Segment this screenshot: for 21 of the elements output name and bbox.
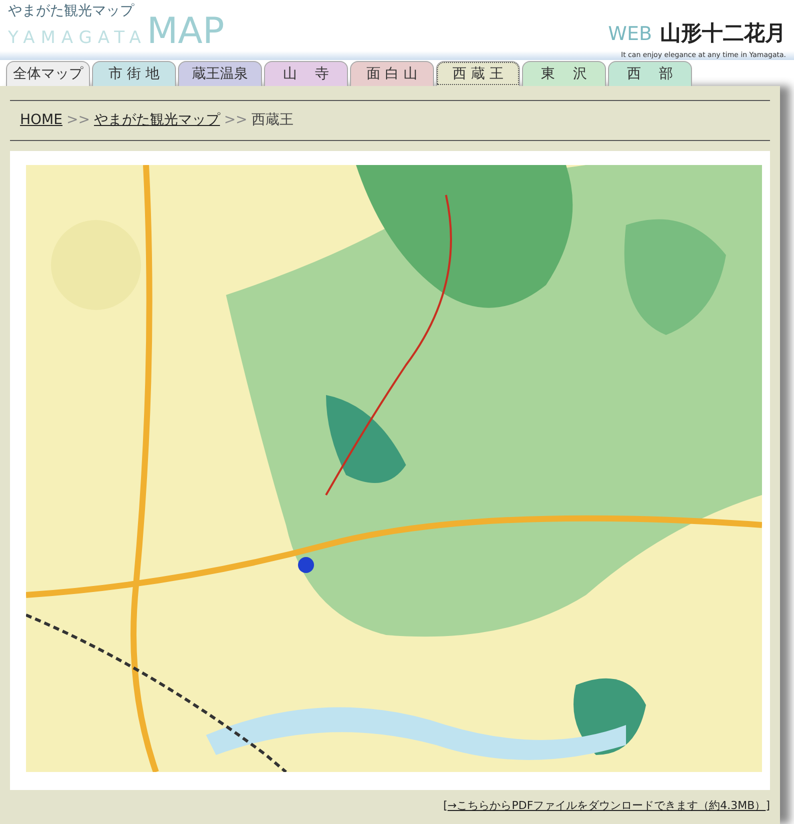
bracket: [: [443, 799, 448, 812]
breadcrumb-link[interactable]: HOME: [20, 112, 62, 128]
map-tab[interactable]: 面 白 山: [350, 61, 434, 86]
breadcrumb-separator: >>: [66, 112, 90, 128]
logo-text: YAMAGATA: [8, 30, 147, 47]
map-tab[interactable]: 蔵王温泉: [178, 61, 262, 86]
map-tab[interactable]: 東 沢: [522, 61, 606, 86]
breadcrumb-separator: >>: [224, 112, 248, 128]
map-tab[interactable]: 西 部: [608, 61, 692, 86]
site-title: やまがた観光マップ: [8, 4, 136, 18]
download-link[interactable]: →こちらからPDFファイルをダウンロードできます（約4.3MB）: [448, 799, 766, 812]
bracket: ]: [766, 799, 770, 812]
breadcrumb-link[interactable]: やまがた観光マップ: [94, 112, 220, 128]
map-tab[interactable]: 市 街 地: [92, 61, 176, 86]
map-tab[interactable]: 山 寺: [264, 61, 348, 86]
breadcrumb-current: 西蔵王: [251, 112, 294, 128]
brand-name: 山形十二花月: [660, 20, 786, 47]
map-tab[interactable]: 全体マップ: [6, 61, 90, 86]
brand-prefix: WEB: [608, 22, 652, 47]
map-tab[interactable]: 西 蔵 王: [436, 61, 520, 86]
logo-text: MAP: [146, 18, 224, 47]
